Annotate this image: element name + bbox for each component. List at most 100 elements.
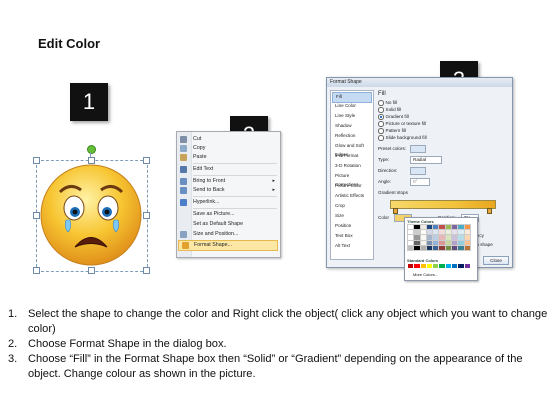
radio-slide-background-fill[interactable]: Slide background fill xyxy=(378,135,427,141)
color-swatch[interactable] xyxy=(420,264,426,269)
color-swatch[interactable] xyxy=(438,234,446,241)
nav-item-alt-text[interactable]: Alt Text xyxy=(332,242,372,251)
color-swatch[interactable] xyxy=(432,234,440,241)
color-swatch[interactable] xyxy=(425,229,434,236)
color-swatch[interactable] xyxy=(413,234,421,241)
color-swatch[interactable] xyxy=(425,239,434,246)
nav-item-position[interactable]: Position xyxy=(332,222,372,231)
color-swatch[interactable] xyxy=(406,223,415,231)
color-swatch[interactable] xyxy=(444,223,453,231)
color-swatch[interactable] xyxy=(406,244,415,251)
rotation-handle[interactable] xyxy=(87,145,96,154)
color-swatch[interactable] xyxy=(413,244,421,251)
color-swatch[interactable] xyxy=(414,264,420,269)
nav-item-crop[interactable]: Crop xyxy=(332,202,372,211)
color-swatch[interactable] xyxy=(425,223,434,231)
menu-item-paste[interactable]: Paste xyxy=(180,153,278,162)
menu-item-hyperlink[interactable]: Hyperlink... xyxy=(180,198,278,207)
resize-handle-e[interactable] xyxy=(143,212,150,219)
nav-item-line-style[interactable]: Line Style xyxy=(332,112,372,121)
nav-item-line-color[interactable]: Line Color xyxy=(332,102,372,111)
menu-item-bring-to-front[interactable]: Bring to Front ▸ xyxy=(180,177,278,186)
more-colors-link[interactable]: More Colors... xyxy=(413,272,438,277)
color-swatch[interactable] xyxy=(444,244,453,251)
color-swatch[interactable] xyxy=(444,239,453,246)
color-swatch[interactable] xyxy=(463,244,472,251)
nav-item-artistic-effects[interactable]: Artistic Effects xyxy=(332,192,372,201)
color-swatch[interactable] xyxy=(406,234,415,241)
direction-dropdown[interactable] xyxy=(410,167,426,175)
nav-item-3d-format[interactable]: 3-D Format xyxy=(332,152,372,161)
color-swatch[interactable] xyxy=(451,234,459,241)
color-swatch[interactable] xyxy=(451,223,459,231)
preset-colors-dropdown[interactable] xyxy=(410,145,426,153)
color-swatch[interactable] xyxy=(408,264,414,269)
color-swatch[interactable] xyxy=(439,264,445,269)
color-swatch[interactable] xyxy=(425,244,434,251)
color-swatch[interactable] xyxy=(457,244,465,251)
color-swatch[interactable] xyxy=(419,244,427,251)
color-swatch[interactable] xyxy=(451,244,459,251)
color-swatch[interactable] xyxy=(426,264,433,269)
color-swatch[interactable] xyxy=(406,229,415,236)
close-button[interactable]: Close xyxy=(483,256,509,265)
color-swatch[interactable] xyxy=(406,239,415,246)
radio-picture-fill[interactable]: Picture or texture fill xyxy=(378,121,426,127)
nav-item-3d-rotation[interactable]: 3-D Rotation xyxy=(332,162,372,171)
nav-item-picture-corrections[interactable]: Picture Corrections xyxy=(332,172,372,187)
menu-item-save-as-picture[interactable]: Save as Picture... xyxy=(191,210,278,219)
angle-input[interactable]: 0° xyxy=(410,178,430,186)
color-swatch[interactable] xyxy=(445,264,452,269)
color-swatch[interactable] xyxy=(413,223,421,231)
color-swatch[interactable] xyxy=(464,264,470,269)
gradient-stop-handle[interactable] xyxy=(487,208,492,214)
color-swatch[interactable] xyxy=(457,239,465,246)
color-swatch[interactable] xyxy=(438,229,446,236)
color-swatch[interactable] xyxy=(432,223,440,231)
color-swatch[interactable] xyxy=(463,223,472,231)
color-swatch[interactable] xyxy=(419,239,427,246)
color-swatch[interactable] xyxy=(413,239,421,246)
type-select[interactable]: Radial xyxy=(410,156,442,164)
radio-no-fill[interactable]: No fill xyxy=(378,100,397,106)
color-swatch[interactable] xyxy=(451,239,459,246)
nav-item-text-box[interactable]: Text Box xyxy=(332,232,372,241)
color-swatch[interactable] xyxy=(444,234,453,241)
nav-item-shadow[interactable]: Shadow xyxy=(332,122,372,131)
resize-handle-se[interactable] xyxy=(143,267,150,274)
color-swatch[interactable] xyxy=(444,229,453,236)
menu-item-cut[interactable]: Cut xyxy=(180,135,278,144)
color-swatch[interactable] xyxy=(419,223,427,231)
color-swatch[interactable] xyxy=(463,239,472,246)
color-swatch[interactable] xyxy=(438,244,446,251)
resize-handle-sw[interactable] xyxy=(33,267,40,274)
color-swatch[interactable] xyxy=(432,229,440,236)
crying-smiley-shape[interactable] xyxy=(38,162,144,268)
color-swatch[interactable] xyxy=(425,234,434,241)
color-swatch[interactable] xyxy=(438,223,446,231)
color-swatch[interactable] xyxy=(432,239,440,246)
menu-item-copy[interactable]: Copy xyxy=(180,144,278,153)
color-swatch[interactable] xyxy=(457,229,465,236)
resize-handle-ne[interactable] xyxy=(143,157,150,164)
resize-handle-s[interactable] xyxy=(88,267,95,274)
nav-item-picture-color[interactable]: Picture Color xyxy=(332,182,372,191)
nav-item-reflection[interactable]: Reflection xyxy=(332,132,372,141)
menu-item-format-shape[interactable]: Format Shape... xyxy=(178,240,278,251)
color-swatch[interactable] xyxy=(463,234,472,241)
color-swatch[interactable] xyxy=(457,234,465,241)
gradient-stops-bar[interactable] xyxy=(390,200,496,214)
color-swatch[interactable] xyxy=(419,229,427,236)
nav-item-size[interactable]: Size xyxy=(332,212,372,221)
radio-pattern-fill[interactable]: Pattern fill xyxy=(378,128,406,134)
menu-item-size-position[interactable]: Size and Position... xyxy=(180,230,278,239)
menu-item-send-to-back[interactable]: Send to Back ▸ xyxy=(180,186,278,195)
color-swatch[interactable] xyxy=(419,234,427,241)
color-swatch[interactable] xyxy=(452,264,458,269)
color-swatch[interactable] xyxy=(457,223,465,231)
nav-item-glow[interactable]: Glow and Soft Edges xyxy=(332,142,372,157)
color-swatch[interactable] xyxy=(438,239,446,246)
radio-gradient-fill[interactable]: Gradient fill xyxy=(378,114,409,120)
color-swatch[interactable] xyxy=(432,244,440,251)
color-swatch[interactable] xyxy=(458,264,464,269)
